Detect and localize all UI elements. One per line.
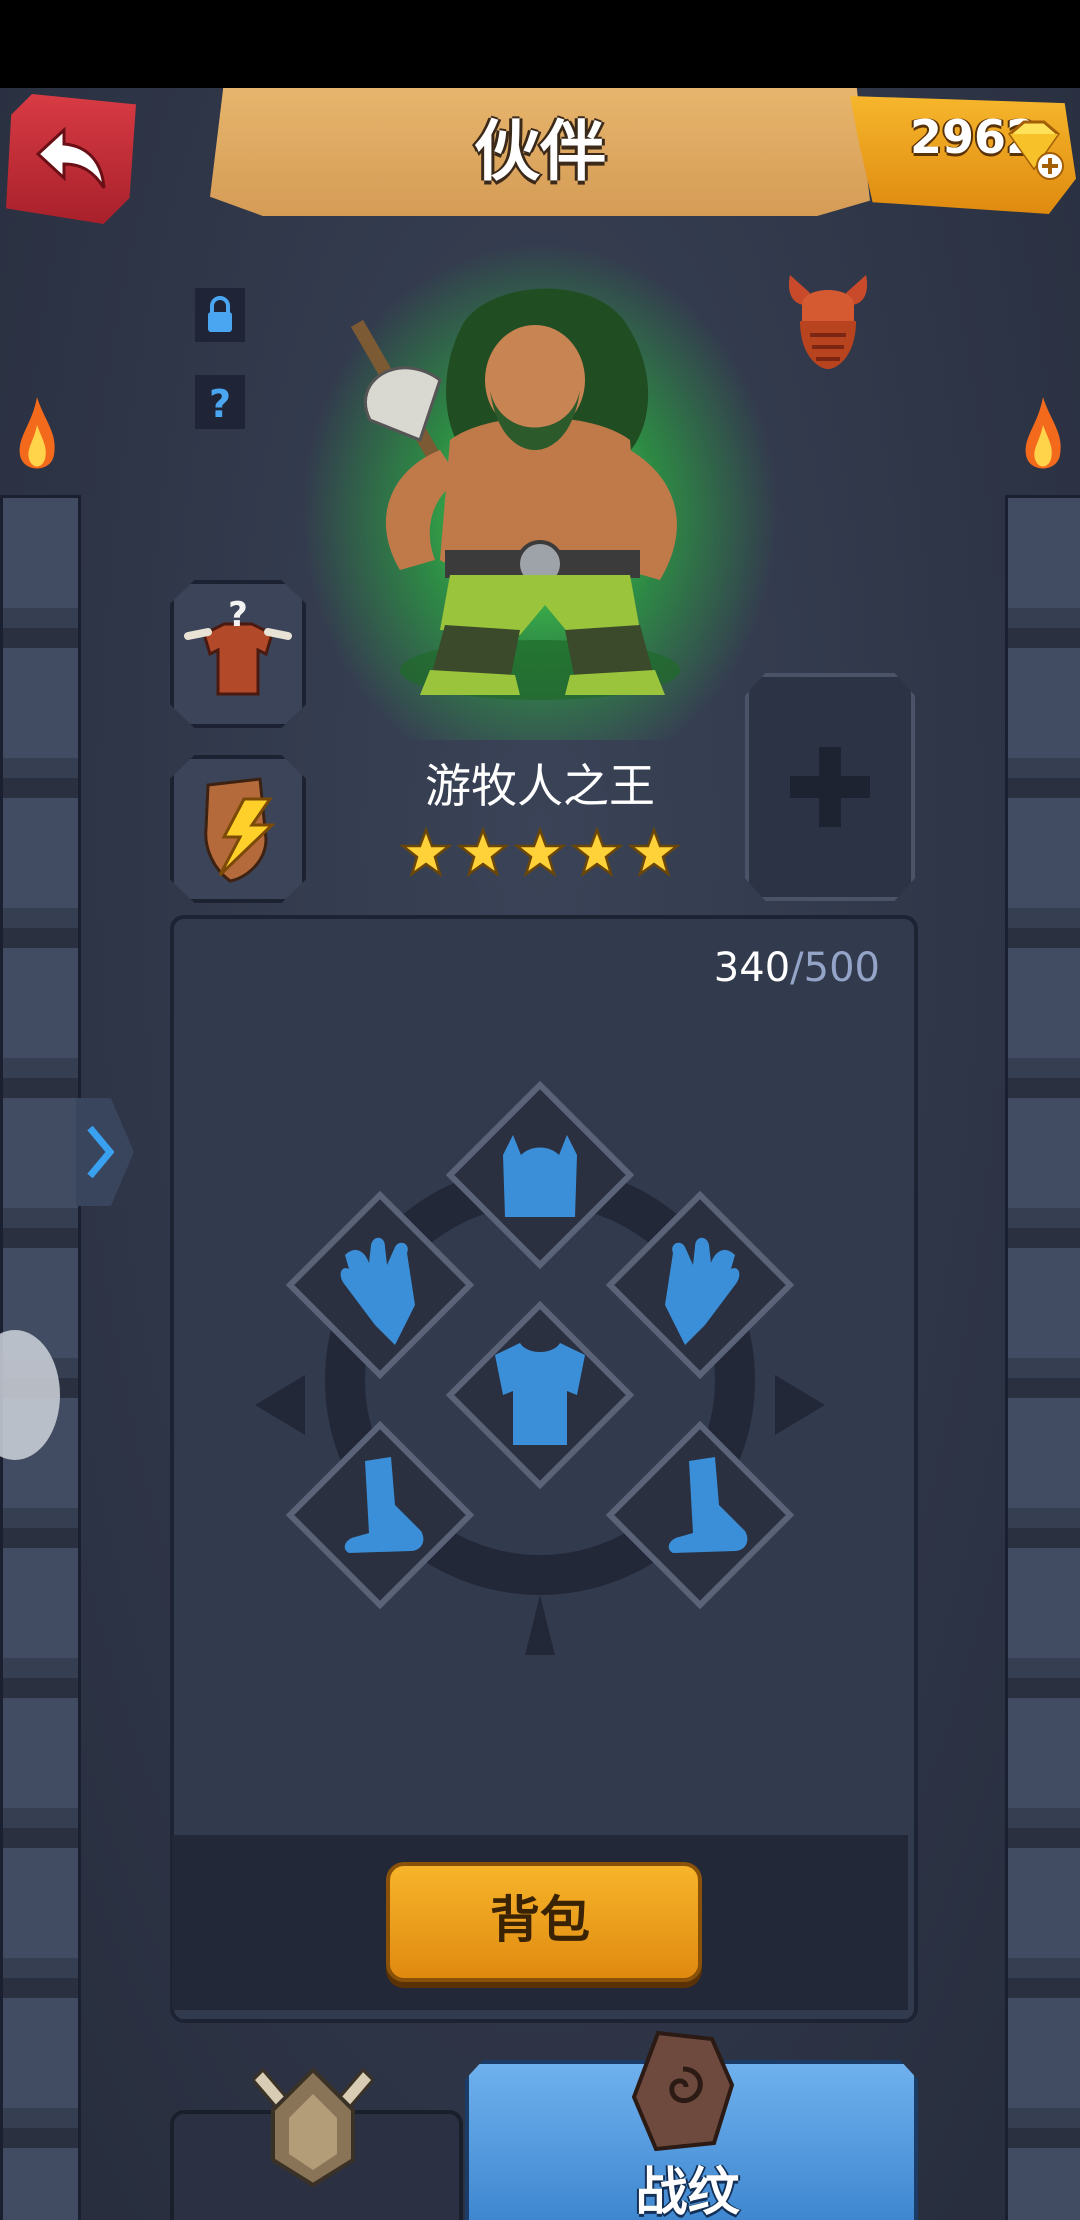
- svg-text:?: ?: [228, 595, 248, 635]
- torch-flame-icon: [19, 397, 55, 469]
- torch-flame-icon: [1025, 397, 1061, 469]
- right-pillar: [1005, 495, 1080, 2220]
- star-icon: [400, 827, 452, 878]
- ability-slot[interactable]: [170, 755, 306, 903]
- crossed-swords-icon[interactable]: [253, 2060, 373, 2190]
- back-arrow-icon: [35, 126, 106, 189]
- svg-text:?: ?: [209, 382, 231, 426]
- horned-helmet-icon: [788, 275, 868, 369]
- hero-name: 游牧人之王: [425, 759, 655, 813]
- capacity-max: 500: [803, 945, 880, 991]
- capacity-separator: /: [790, 945, 804, 991]
- status-strip: [0, 0, 1080, 92]
- back-button[interactable]: [6, 94, 136, 224]
- capacity-current: 340: [713, 945, 791, 991]
- bag-button-label: 背包: [490, 1891, 590, 1949]
- page-title: 伙伴: [474, 113, 606, 190]
- star-icon: [457, 827, 509, 878]
- equipment-wheel: [255, 1080, 825, 1655]
- lock-icon[interactable]: [195, 288, 245, 342]
- left-boot-slot[interactable]: [285, 1420, 475, 1610]
- helmet-slot[interactable]: [445, 1080, 635, 1270]
- star-rating: [400, 827, 680, 887]
- capacity-counter: 340/500: [700, 945, 880, 995]
- game-screen: 伙伴 2962 ? ? 游牧人之王 340/500 背包 战纹: [0, 0, 1080, 2220]
- star-icon: [628, 827, 680, 878]
- gem-plus-icon[interactable]: [1000, 116, 1066, 182]
- armor-slot[interactable]: [445, 1300, 635, 1490]
- rune-stone-icon: [631, 2030, 735, 2152]
- add-slot[interactable]: [745, 673, 915, 901]
- star-icon: [514, 827, 566, 878]
- right-boot-slot[interactable]: [605, 1420, 795, 1610]
- shield-lightning-icon: [204, 777, 276, 883]
- hero-portrait[interactable]: [330, 270, 750, 710]
- star-icon: [571, 827, 623, 878]
- question-icon[interactable]: ?: [195, 375, 245, 429]
- outfit-question-icon: ?: [184, 595, 292, 696]
- rune-tab-label: 战纹: [635, 2163, 740, 2220]
- plus-icon: [790, 747, 870, 827]
- outfit-slot[interactable]: ?: [170, 580, 306, 728]
